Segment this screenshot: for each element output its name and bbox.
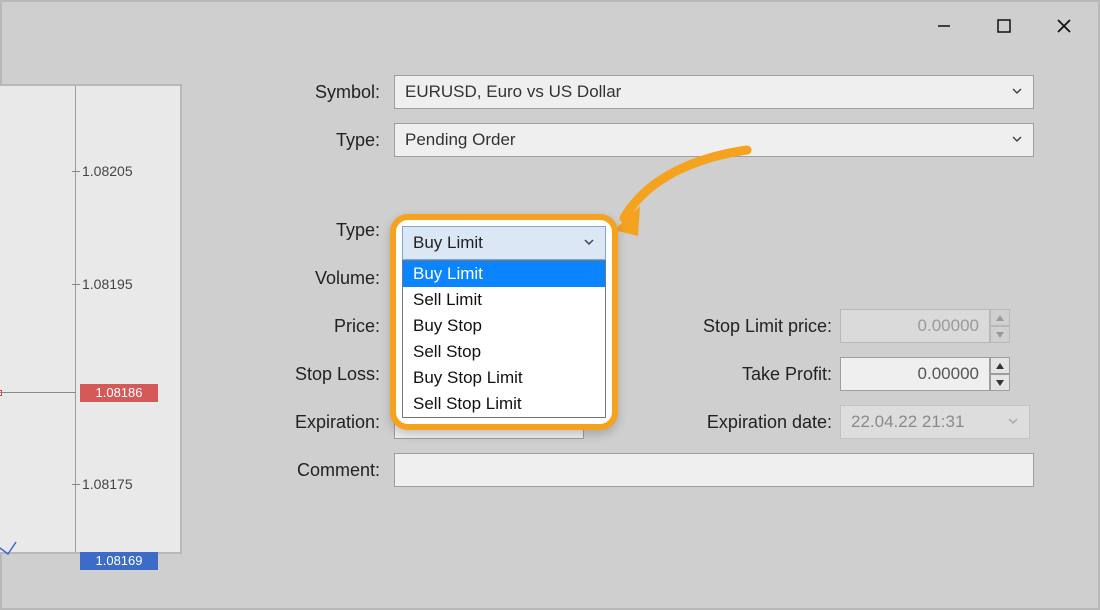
stoploss-label: Stop Loss: [196, 364, 394, 385]
stoplimit-input [840, 309, 990, 343]
takeprofit-input[interactable] [840, 357, 990, 391]
option-buy-stop[interactable]: Buy Stop [403, 313, 605, 339]
stepper-down-icon [990, 326, 1010, 343]
price-tick: 1.08175 [82, 476, 133, 492]
bid-price-badge: 1.08186 [80, 384, 158, 402]
symbol-select[interactable]: EURUSD, Euro vs US Dollar [394, 75, 1034, 109]
callout-arrow-icon [612, 140, 752, 250]
order-form: Symbol: EURUSD, Euro vs US Dollar Type: … [196, 74, 1076, 500]
chevron-down-icon [1011, 82, 1023, 102]
option-buy-limit[interactable]: Buy Limit [403, 261, 605, 287]
option-buy-stop-limit[interactable]: Buy Stop Limit [403, 365, 605, 391]
pending-type-select[interactable]: Buy Limit [402, 226, 606, 260]
type-label: Type: [196, 130, 394, 151]
order-dialog: 1.08205 1.08195 1.08186 1.08175 1.08169 … [0, 0, 1100, 610]
pending-type-options: Buy Limit Sell Limit Buy Stop Sell Stop … [402, 260, 606, 418]
minimize-button[interactable] [914, 4, 974, 48]
comment-input[interactable] [394, 453, 1034, 487]
pending-type-dropdown-callout: Buy Limit Buy Limit Sell Limit Buy Stop … [390, 214, 618, 430]
price-chart: 1.08205 1.08195 1.08186 1.08175 1.08169 [0, 84, 182, 554]
expiration-date-field: 22.04.22 21:31 [840, 405, 1030, 439]
chevron-down-icon [1011, 130, 1023, 150]
chevron-down-icon [1007, 412, 1019, 432]
stepper-down-icon[interactable] [990, 374, 1010, 391]
option-sell-stop[interactable]: Sell Stop [403, 339, 605, 365]
pending-type-label: Type: [196, 220, 394, 241]
expiration-label: Expiration: [196, 412, 394, 433]
price-tick: 1.08195 [82, 276, 133, 292]
close-button[interactable] [1034, 4, 1094, 48]
option-sell-stop-limit[interactable]: Sell Stop Limit [403, 391, 605, 417]
expiration-date-label: Expiration date: [642, 412, 832, 433]
takeprofit-label: Take Profit: [642, 364, 832, 385]
order-type-value: Pending Order [405, 130, 516, 150]
pending-type-selected: Buy Limit [413, 233, 483, 253]
option-sell-limit[interactable]: Sell Limit [403, 287, 605, 313]
volume-label: Volume: [196, 268, 394, 289]
title-bar [2, 2, 1098, 50]
stoplimit-label: Stop Limit price: [642, 316, 832, 337]
symbol-label: Symbol: [196, 82, 394, 103]
stepper-up-icon[interactable] [990, 357, 1010, 374]
stepper-up-icon [990, 309, 1010, 326]
comment-label: Comment: [196, 460, 394, 481]
maximize-button[interactable] [974, 4, 1034, 48]
chart-plot-area [0, 86, 76, 552]
chevron-down-icon [583, 233, 595, 253]
ask-price-badge: 1.08169 [80, 552, 158, 570]
price-tick: 1.08205 [82, 163, 133, 179]
symbol-value: EURUSD, Euro vs US Dollar [405, 82, 621, 102]
price-label: Price: [196, 316, 394, 337]
expiration-date-value: 22.04.22 21:31 [851, 412, 964, 432]
